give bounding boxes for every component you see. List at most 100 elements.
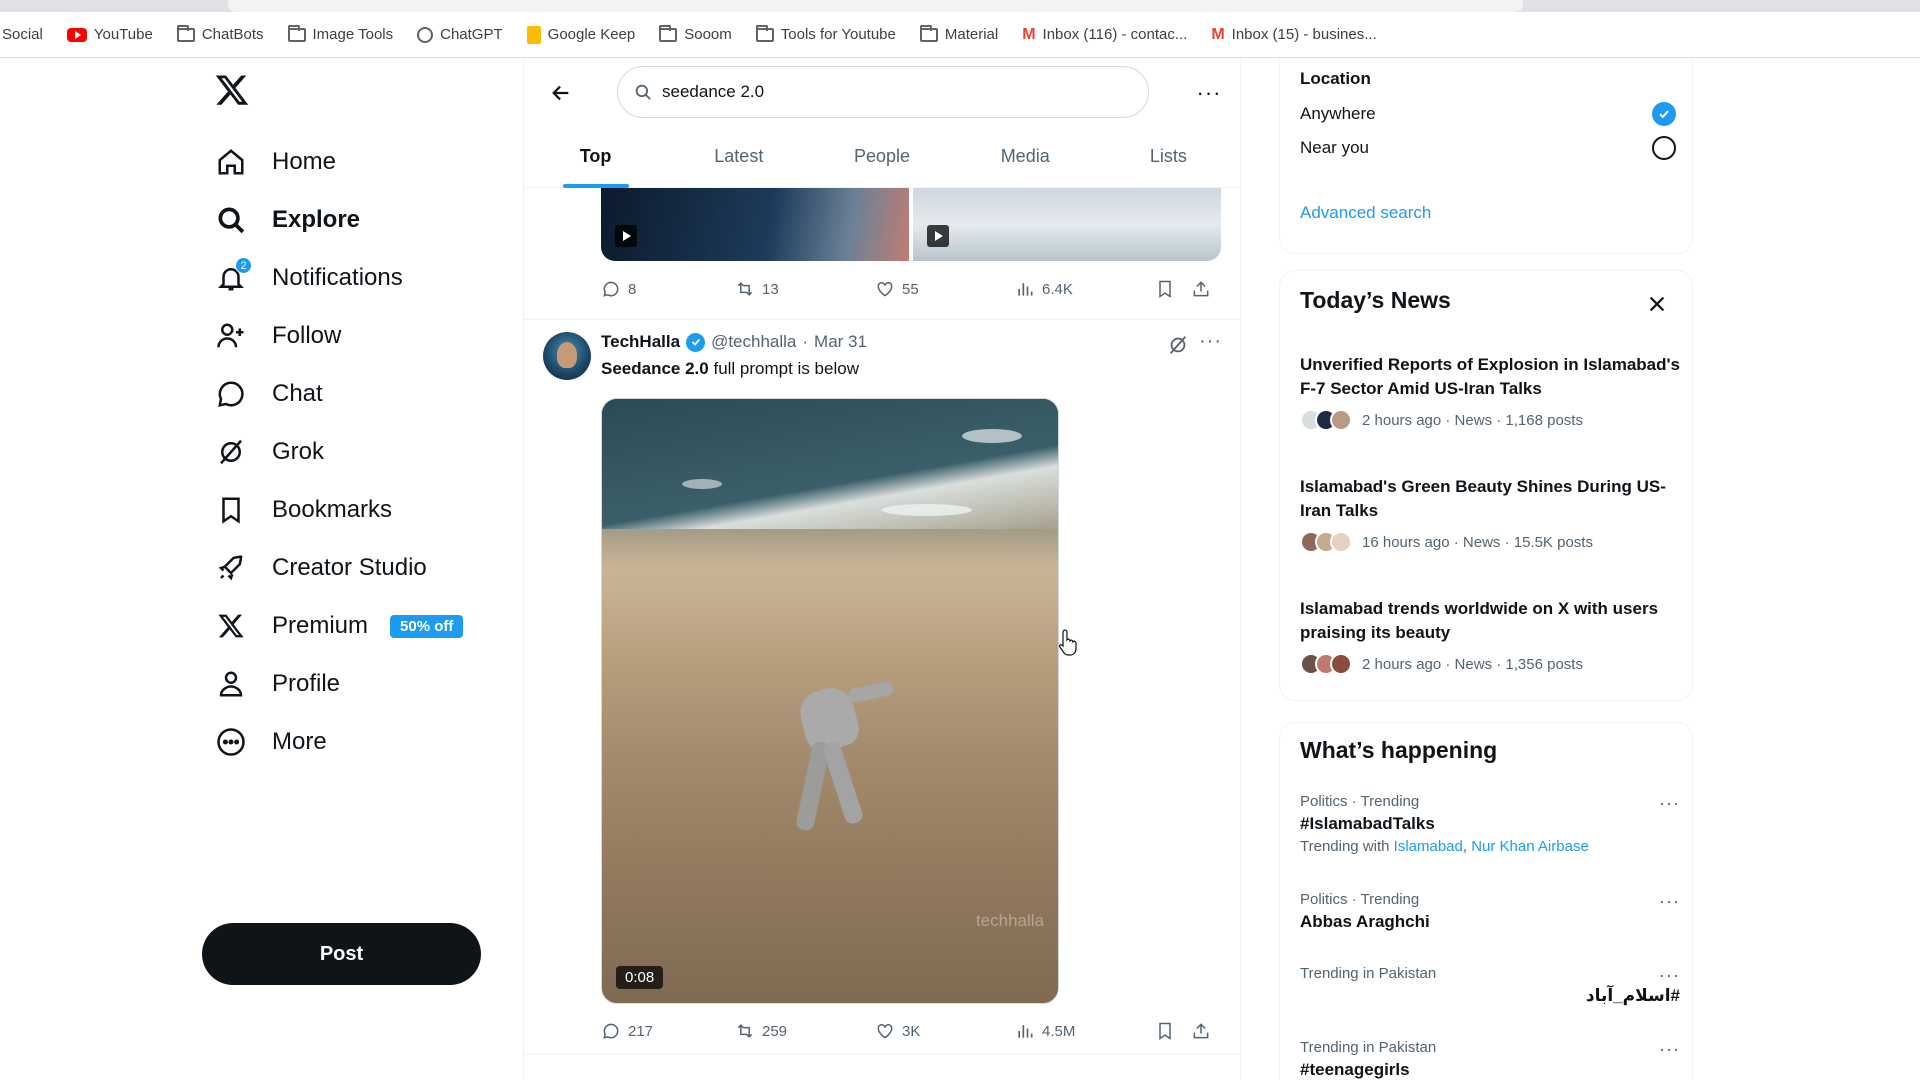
sidebar-item-label: Notifications — [272, 264, 403, 291]
close-icon[interactable] — [1646, 293, 1668, 315]
share-button[interactable] — [1191, 279, 1221, 299]
search-icon — [635, 84, 651, 100]
sidebar-item-bookmarks[interactable]: Bookmarks — [214, 486, 392, 534]
sidebar-item-follow[interactable]: Follow — [214, 312, 341, 360]
trend-more-icon[interactable]: ··· — [1659, 965, 1680, 986]
reply-count: 217 — [628, 1022, 654, 1040]
avatar[interactable] — [543, 332, 591, 380]
tweet-date[interactable]: Mar 31 — [814, 332, 867, 352]
news-item[interactable]: Islamabad trends worldwide on X with use… — [1300, 597, 1680, 675]
bookmarks-bar: Social YouTube ChatBots Image Tools Chat… — [0, 12, 1920, 58]
sidebar-item-more[interactable]: More — [214, 718, 327, 766]
keep-icon — [526, 25, 541, 44]
trend-more-icon[interactable]: ··· — [1659, 1039, 1680, 1060]
like-button[interactable]: 3K — [875, 1021, 1015, 1041]
tab-lists[interactable]: Lists — [1097, 130, 1240, 188]
location-filter: Location Anywhere Near you Advanced sear… — [1279, 58, 1693, 254]
news-headline: Islamabad trends worldwide on X with use… — [1300, 599, 1659, 642]
trend-more-icon[interactable]: ··· — [1659, 793, 1680, 814]
bookmark-tools-for-youtube[interactable]: Tools for Youtube — [755, 24, 896, 43]
trend-item[interactable]: Trending in Pakistan #اسلام_آباد ··· — [1300, 965, 1680, 1006]
sidebar-item-label: Premium — [272, 612, 369, 639]
trend-item[interactable]: Politics · Trending #IslamabadTalks Tren… — [1300, 793, 1680, 855]
sidebar-item-profile[interactable]: Profile — [214, 660, 340, 708]
todays-news-card: Today’s News Unverified Reports of Explo… — [1279, 270, 1693, 701]
unchecked-radio-icon[interactable] — [1652, 136, 1676, 160]
sidebar-item-notifications[interactable]: 2 Notifications — [214, 254, 403, 302]
bookmark-sooom[interactable]: Sooom — [659, 24, 732, 43]
location-option-anywhere[interactable]: Anywhere — [1300, 102, 1676, 126]
repost-button[interactable]: 13 — [735, 279, 875, 299]
bookmark-icon — [1159, 1022, 1171, 1040]
location-option-near-you[interactable]: Near you — [1300, 136, 1676, 160]
news-item[interactable]: Unverified Reports of Explosion in Islam… — [1300, 353, 1680, 431]
tab-media[interactable]: Media — [954, 130, 1097, 188]
heart-icon — [877, 1023, 893, 1039]
trend-item[interactable]: Trending in Pakistan #teenagegirls ··· — [1300, 1039, 1680, 1080]
more-options-icon[interactable]: ··· — [1194, 78, 1224, 108]
share-icon — [1193, 1023, 1209, 1039]
video-thumbnail[interactable] — [913, 188, 1221, 261]
bookmark-material[interactable]: Material — [919, 24, 998, 43]
bookmark-chatgpt[interactable]: ChatGPT — [417, 26, 503, 43]
bookmark-inbox-business[interactable]: M Inbox (15) - busines... — [1211, 26, 1376, 44]
checked-radio-icon[interactable] — [1652, 102, 1676, 126]
news-meta-row: 2 hours ago · News · 1,168 posts — [1300, 409, 1680, 431]
trend-more-icon[interactable]: ··· — [1659, 891, 1680, 912]
video-watermark: techhalla — [975, 911, 1044, 930]
share-button[interactable] — [1191, 1021, 1221, 1041]
back-arrow-icon[interactable] — [544, 76, 578, 110]
bookmark-google-keep[interactable]: Google Keep — [526, 25, 635, 44]
sidebar-item-home[interactable]: Home — [214, 138, 336, 186]
views-button[interactable]: 4.5M — [1015, 1021, 1155, 1041]
bookmark-social[interactable]: Social — [2, 26, 43, 43]
bookmark-inbox-contact[interactable]: M Inbox (116) - contac... — [1022, 26, 1187, 44]
trend-related-link[interactable]: Islamabad — [1394, 838, 1463, 855]
tweet-video[interactable]: techhalla 0:08 — [601, 398, 1059, 1004]
reply-icon — [603, 1023, 619, 1039]
active-browser-tab[interactable] — [228, 0, 1523, 12]
post-button[interactable]: Post — [202, 923, 481, 985]
sidebar-item-premium[interactable]: Premium 50% off — [214, 602, 464, 650]
tweet-more-icon[interactable]: ··· — [1199, 330, 1222, 353]
play-icon — [615, 225, 637, 247]
sidebar-item-label: Follow — [272, 322, 342, 349]
search-input[interactable] — [662, 82, 1102, 102]
sidebar-item-grok[interactable]: Grok — [214, 428, 324, 476]
video-frame-wave — [882, 504, 972, 516]
trend-context: Trending in Pakistan — [1300, 965, 1437, 982]
bookmark-image-tools[interactable]: Image Tools — [287, 24, 393, 43]
news-headline: Unverified Reports of Explosion in Islam… — [1300, 355, 1681, 398]
folder-icon — [176, 24, 195, 42]
trend-item[interactable]: Politics · Trending Abbas Araghchi ··· — [1300, 891, 1680, 932]
trend-related-link[interactable]: Nur Khan Airbase — [1471, 838, 1589, 855]
tab-top[interactable]: Top — [524, 130, 667, 188]
bookmark-button[interactable] — [1155, 279, 1191, 299]
sidebar-item-explore[interactable]: Explore — [214, 196, 360, 244]
bookmark-youtube[interactable]: YouTube — [66, 26, 153, 43]
rocket-icon — [214, 551, 248, 585]
like-button[interactable]: 55 — [875, 279, 1015, 299]
grok-icon[interactable] — [1167, 334, 1189, 356]
tab-people[interactable]: People — [810, 130, 953, 188]
reply-button[interactable]: 8 — [601, 279, 735, 299]
sidebar-item-chat[interactable]: Chat — [214, 370, 323, 418]
views-button[interactable]: 6.4K — [1015, 279, 1155, 299]
bookmark-button[interactable] — [1155, 1021, 1191, 1041]
author-name[interactable]: TechHalla — [601, 332, 680, 352]
video-thumbnail[interactable] — [601, 188, 909, 261]
reply-button[interactable]: 217 — [601, 1021, 735, 1041]
x-logo-icon[interactable] — [214, 72, 250, 108]
author-handle[interactable]: @techhalla — [711, 332, 796, 352]
bookmark-chatbots[interactable]: ChatBots — [176, 24, 264, 43]
news-item[interactable]: Islamabad's Green Beauty Shines During U… — [1300, 475, 1680, 553]
repost-button[interactable]: 259 — [735, 1021, 875, 1041]
tweet-actions: 217 259 3K 4.5M — [601, 1016, 1221, 1046]
video-frame-sea — [602, 399, 1058, 529]
left-sidebar: Home Explore 2 Notifications Follow Chat… — [0, 58, 523, 1080]
tab-latest[interactable]: Latest — [667, 130, 810, 188]
search-box[interactable] — [617, 66, 1149, 118]
sidebar-item-creator-studio[interactable]: Creator Studio — [214, 544, 427, 592]
option-label: Anywhere — [1300, 104, 1376, 123]
advanced-search-link[interactable]: Advanced search — [1300, 203, 1431, 223]
